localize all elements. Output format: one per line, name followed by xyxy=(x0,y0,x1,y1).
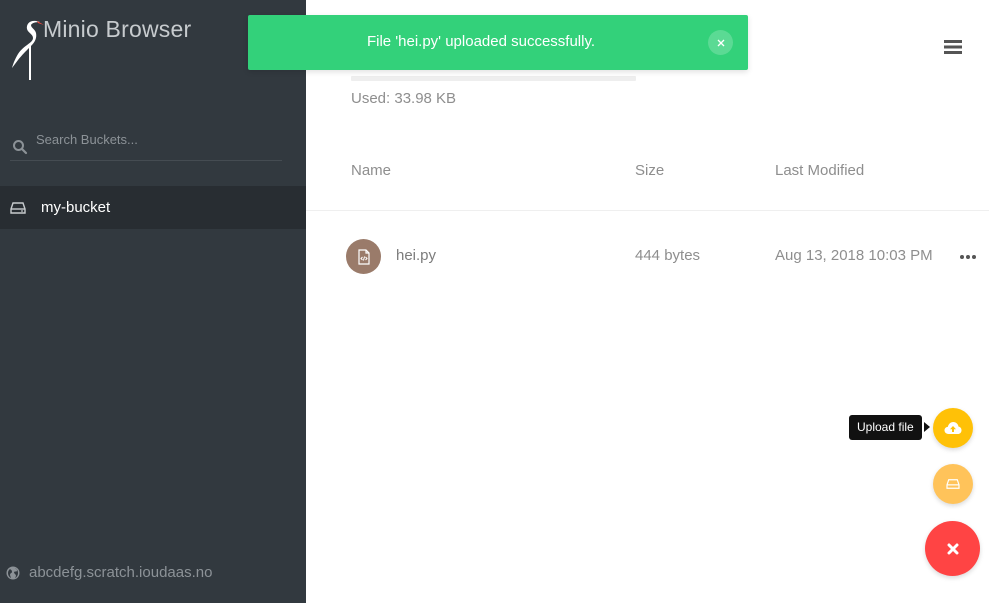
host-label: abcdefg.scratch.ioudaas.no xyxy=(29,564,213,581)
close-icon xyxy=(717,39,724,46)
globe-icon xyxy=(6,566,20,579)
upload-file-button[interactable] xyxy=(933,408,973,448)
app-title: Minio Browser xyxy=(43,16,192,42)
toast-message: File 'hei.py' uploaded successfully. xyxy=(366,33,596,50)
bucket-label: my-bucket xyxy=(41,199,111,216)
file-last-modified: Aug 13, 2018 10:03 PM xyxy=(775,247,933,264)
search-icon xyxy=(13,139,28,154)
column-header-last-modified[interactable]: Last Modified xyxy=(775,162,864,179)
toast-close-button[interactable] xyxy=(708,30,733,55)
main-content: Used: 33.98 KB Name Size Last Modified h… xyxy=(306,0,989,603)
tooltip-arrow xyxy=(924,422,930,432)
close-icon xyxy=(947,543,958,554)
cloud-upload-icon xyxy=(944,422,962,434)
create-bucket-button[interactable] xyxy=(933,464,973,504)
heron-logo-icon xyxy=(12,20,44,80)
file-name[interactable]: hei.py xyxy=(396,247,436,264)
file-icon-badge xyxy=(346,239,381,274)
file-size: 444 bytes xyxy=(635,247,701,264)
code-file-icon xyxy=(357,248,370,265)
close-actions-button[interactable] xyxy=(925,521,980,576)
app-logo xyxy=(10,18,44,82)
upload-file-tooltip: Upload file xyxy=(849,415,922,440)
column-header-name[interactable]: Name xyxy=(351,162,391,179)
storage-usage-bar xyxy=(351,76,636,81)
column-header-size[interactable]: Size xyxy=(635,162,664,179)
upload-success-toast: File 'hei.py' uploaded successfully. xyxy=(248,15,748,70)
drive-icon xyxy=(10,201,26,214)
drive-icon xyxy=(946,479,960,489)
header-divider xyxy=(306,210,989,211)
storage-used-label: Used: 33.98 KB xyxy=(351,90,457,107)
bucket-item-my-bucket[interactable]: my-bucket xyxy=(0,186,306,229)
search-buckets-input[interactable] xyxy=(36,131,276,147)
table-row[interactable]: hei.py 444 bytes Aug 13, 2018 10:03 PM xyxy=(306,230,989,282)
sidebar: Minio Browser my-bucket abcdefg.scratch.… xyxy=(0,0,306,603)
more-horizontal-icon[interactable] xyxy=(959,254,977,260)
host-info: abcdefg.scratch.ioudaas.no xyxy=(6,564,212,581)
search-bar xyxy=(10,124,282,161)
hamburger-menu-icon[interactable] xyxy=(943,38,963,56)
